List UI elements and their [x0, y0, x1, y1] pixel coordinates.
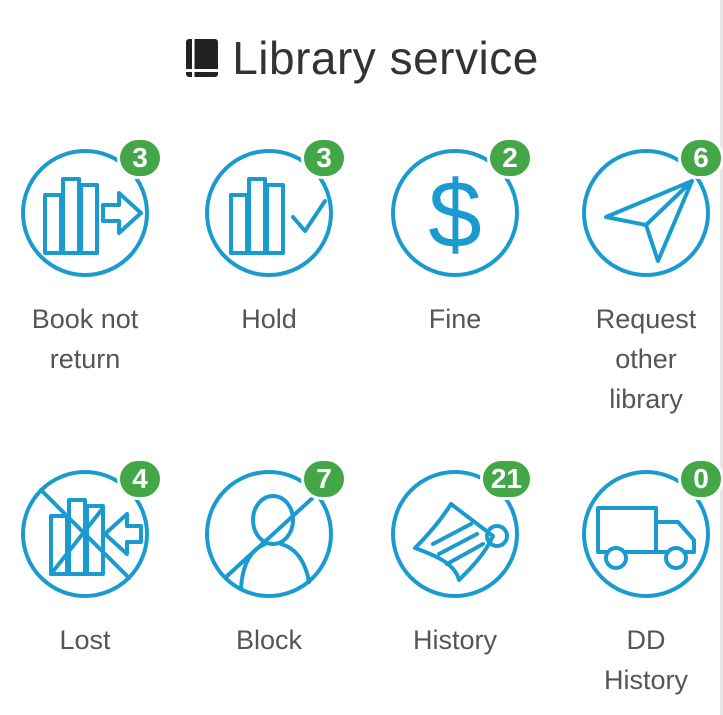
tile-label: Fine — [428, 304, 482, 334]
tile-label: Book not return — [31, 304, 139, 374]
tile-fine[interactable]: $ 2 Fine — [370, 137, 540, 339]
count-badge: 0 — [678, 458, 723, 500]
count-badge: 4 — [117, 458, 163, 500]
tile-book-not-return[interactable]: 3 Book not return — [0, 137, 170, 379]
tile-block[interactable]: 7 Block — [184, 458, 354, 660]
tile-label: Hold — [241, 304, 297, 334]
tile-label: Block — [235, 625, 303, 655]
count-badge: 7 — [301, 458, 347, 500]
tile-lost[interactable]: 4 Lost — [0, 458, 170, 660]
count-badge: 6 — [678, 137, 723, 179]
title-text: Library service — [232, 32, 539, 84]
page-title: Library service — [0, 28, 723, 88]
tile-history[interactable]: 21 History — [370, 458, 540, 660]
count-badge: 21 — [479, 458, 533, 500]
book-icon — [186, 39, 219, 77]
count-badge: 3 — [301, 137, 347, 179]
count-badge: 2 — [487, 137, 533, 179]
tile-dd-history[interactable]: 0 DD History — [561, 458, 723, 700]
count-badge: 3 — [117, 137, 163, 179]
svg-text:$: $ — [428, 161, 481, 268]
tile-label: Lost — [59, 625, 111, 655]
tile-label: Request other library — [595, 304, 697, 414]
tile-hold[interactable]: 3 Hold — [184, 137, 354, 339]
tile-label: DD History — [603, 625, 688, 695]
tile-request-other-library[interactable]: 6 Request other library — [561, 137, 723, 419]
tile-label: History — [412, 625, 497, 655]
